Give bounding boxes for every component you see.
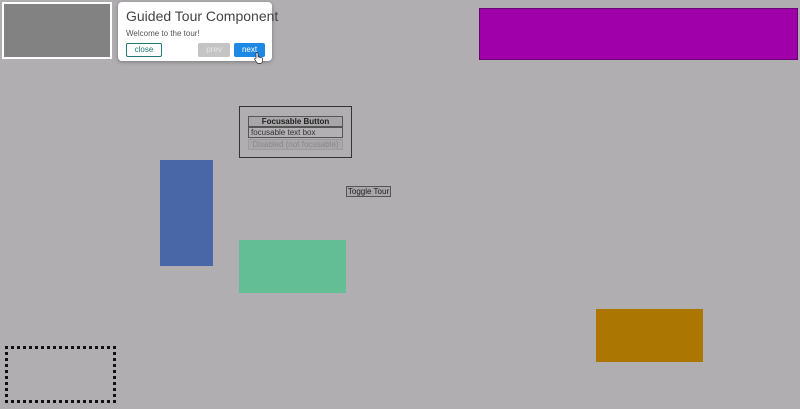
tour-popover: Guided Tour Component Welcome to the tou… bbox=[118, 2, 278, 61]
tour-text: Welcome to the tour! bbox=[126, 29, 200, 38]
dotted-outline-block bbox=[5, 346, 116, 403]
tour-title: Guided Tour Component bbox=[126, 8, 279, 24]
blue-block bbox=[160, 160, 213, 266]
tour-close-button[interactable]: close bbox=[126, 43, 162, 57]
toggle-tour-button[interactable]: Toggle Tour bbox=[346, 186, 391, 197]
disabled-button: Disabled (not focusable) bbox=[248, 139, 343, 150]
focusable-button[interactable]: Focusable Button bbox=[248, 116, 343, 127]
orange-block bbox=[596, 309, 703, 362]
green-block bbox=[239, 240, 346, 293]
tour-highlight-target bbox=[2, 2, 112, 59]
magenta-block bbox=[479, 8, 798, 60]
tour-prev-button[interactable]: prev bbox=[198, 43, 230, 57]
hand-pointer-icon bbox=[254, 52, 263, 64]
focusable-group: Focusable Button Disabled (not focusable… bbox=[239, 106, 352, 158]
focusable-text-box[interactable] bbox=[248, 127, 343, 138]
